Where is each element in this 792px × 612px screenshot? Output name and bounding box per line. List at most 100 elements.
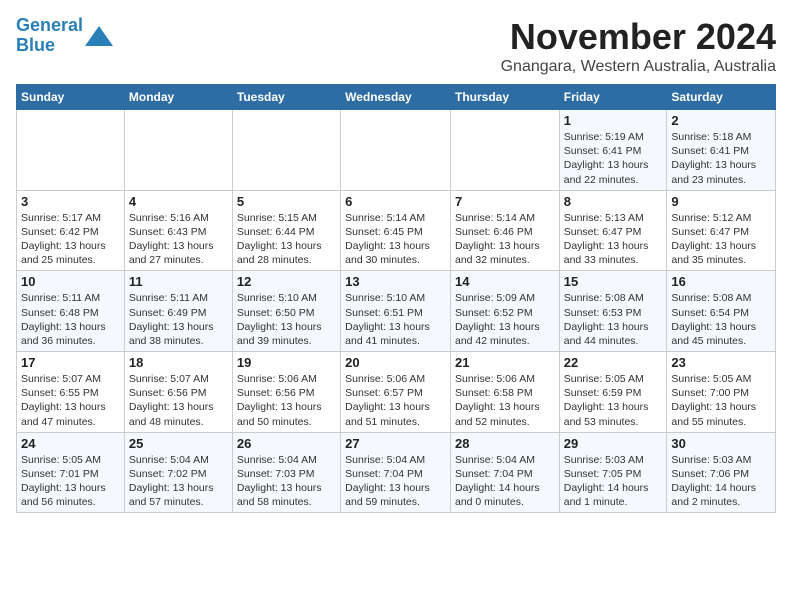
cell-info: Sunrise: 5:05 AM Sunset: 6:59 PM Dayligh…	[564, 372, 663, 429]
cell-info: Sunrise: 5:19 AM Sunset: 6:41 PM Dayligh…	[564, 130, 663, 187]
cell-info: Sunrise: 5:10 AM Sunset: 6:50 PM Dayligh…	[237, 291, 336, 348]
day-number: 23	[671, 355, 771, 370]
cell-info: Sunrise: 5:04 AM Sunset: 7:04 PM Dayligh…	[455, 453, 555, 510]
cell-info: Sunrise: 5:06 AM Sunset: 6:57 PM Dayligh…	[345, 372, 446, 429]
day-number: 16	[671, 274, 771, 289]
calendar-cell: 5 Sunrise: 5:15 AM Sunset: 6:44 PM Daylig…	[232, 190, 340, 271]
calendar-cell: 10 Sunrise: 5:11 AM Sunset: 6:48 PM Dayli…	[17, 271, 125, 352]
calendar-cell: 14Sunrise: 5:09 AM Sunset: 6:52 PM Dayli…	[450, 271, 559, 352]
cell-info: Sunrise: 5:04 AM Sunset: 7:03 PM Dayligh…	[237, 453, 336, 510]
day-number: 22	[564, 355, 663, 370]
day-number: 17	[21, 355, 120, 370]
calendar-cell: 12 Sunrise: 5:10 AM Sunset: 6:50 PM Dayli…	[232, 271, 340, 352]
day-number: 14	[455, 274, 555, 289]
day-number: 13	[345, 274, 446, 289]
day-number: 24	[21, 436, 120, 451]
day-number: 5	[237, 194, 336, 209]
calendar-cell: 3 Sunrise: 5:17 AM Sunset: 6:42 PM Daylig…	[17, 190, 125, 271]
calendar-cell: 22 Sunrise: 5:05 AM Sunset: 6:59 PM Dayli…	[559, 352, 667, 433]
calendar-cell: 29 Sunrise: 5:03 AM Sunset: 7:05 PM Dayli…	[559, 432, 667, 513]
day-number: 26	[237, 436, 336, 451]
cell-info: Sunrise: 5:03 AM Sunset: 7:05 PM Dayligh…	[564, 453, 663, 510]
cell-info: Sunrise: 5:14 AM Sunset: 6:46 PM Dayligh…	[455, 211, 555, 268]
calendar-cell: 7 Sunrise: 5:14 AM Sunset: 6:46 PM Daylig…	[450, 190, 559, 271]
calendar-cell: 6 Sunrise: 5:14 AM Sunset: 6:45 PM Daylig…	[341, 190, 451, 271]
cell-info: Sunrise: 5:04 AM Sunset: 7:04 PM Dayligh…	[345, 453, 446, 510]
calendar-cell	[232, 110, 340, 191]
calendar-cell: 30 Sunrise: 5:03 AM Sunset: 7:06 PM Dayli…	[667, 432, 776, 513]
day-number: 21	[455, 355, 555, 370]
logo-text: GeneralBlue	[16, 16, 83, 56]
day-number: 2	[671, 113, 771, 128]
calendar-cell: 1Sunrise: 5:19 AM Sunset: 6:41 PM Daylig…	[559, 110, 667, 191]
cell-info: Sunrise: 5:08 AM Sunset: 6:53 PM Dayligh…	[564, 291, 663, 348]
weekday-header: Wednesday	[341, 85, 451, 110]
day-number: 15	[564, 274, 663, 289]
cell-info: Sunrise: 5:10 AM Sunset: 6:51 PM Dayligh…	[345, 291, 446, 348]
weekday-header: Monday	[124, 85, 232, 110]
calendar-header: SundayMondayTuesdayWednesdayThursdayFrid…	[17, 85, 776, 110]
calendar-cell: 24 Sunrise: 5:05 AM Sunset: 7:01 PM Dayli…	[17, 432, 125, 513]
day-number: 3	[21, 194, 120, 209]
calendar-cell: 2 Sunrise: 5:18 AM Sunset: 6:41 PM Daylig…	[667, 110, 776, 191]
calendar-cell: 28 Sunrise: 5:04 AM Sunset: 7:04 PM Dayli…	[450, 432, 559, 513]
day-number: 8	[564, 194, 663, 209]
day-number: 7	[455, 194, 555, 209]
day-number: 9	[671, 194, 771, 209]
calendar-body: 1Sunrise: 5:19 AM Sunset: 6:41 PM Daylig…	[17, 110, 776, 513]
day-number: 11	[129, 274, 228, 289]
weekday-header: Friday	[559, 85, 667, 110]
cell-info: Sunrise: 5:05 AM Sunset: 7:01 PM Dayligh…	[21, 453, 120, 510]
calendar-cell: 8Sunrise: 5:13 AM Sunset: 6:47 PM Daylig…	[559, 190, 667, 271]
day-number: 12	[237, 274, 336, 289]
cell-info: Sunrise: 5:18 AM Sunset: 6:41 PM Dayligh…	[671, 130, 771, 187]
cell-info: Sunrise: 5:03 AM Sunset: 7:06 PM Dayligh…	[671, 453, 771, 510]
title-area: November 2024 Gnangara, Western Australi…	[501, 16, 776, 76]
calendar-cell: 21Sunrise: 5:06 AM Sunset: 6:58 PM Dayli…	[450, 352, 559, 433]
cell-info: Sunrise: 5:14 AM Sunset: 6:45 PM Dayligh…	[345, 211, 446, 268]
day-number: 18	[129, 355, 228, 370]
day-number: 4	[129, 194, 228, 209]
day-number: 10	[21, 274, 120, 289]
weekday-header: Tuesday	[232, 85, 340, 110]
calendar-cell: 20Sunrise: 5:06 AM Sunset: 6:57 PM Dayli…	[341, 352, 451, 433]
cell-info: Sunrise: 5:11 AM Sunset: 6:49 PM Dayligh…	[129, 291, 228, 348]
weekday-header: Sunday	[17, 85, 125, 110]
calendar-cell	[124, 110, 232, 191]
day-number: 29	[564, 436, 663, 451]
cell-info: Sunrise: 5:08 AM Sunset: 6:54 PM Dayligh…	[671, 291, 771, 348]
calendar-cell: 27 Sunrise: 5:04 AM Sunset: 7:04 PM Dayli…	[341, 432, 451, 513]
cell-info: Sunrise: 5:12 AM Sunset: 6:47 PM Dayligh…	[671, 211, 771, 268]
weekday-header: Saturday	[667, 85, 776, 110]
day-number: 28	[455, 436, 555, 451]
cell-info: Sunrise: 5:05 AM Sunset: 7:00 PM Dayligh…	[671, 372, 771, 429]
day-number: 19	[237, 355, 336, 370]
weekday-header: Thursday	[450, 85, 559, 110]
day-number: 27	[345, 436, 446, 451]
calendar-cell	[341, 110, 451, 191]
calendar-cell: 4Sunrise: 5:16 AM Sunset: 6:43 PM Daylig…	[124, 190, 232, 271]
calendar-cell: 23 Sunrise: 5:05 AM Sunset: 7:00 PM Dayli…	[667, 352, 776, 433]
day-number: 30	[671, 436, 771, 451]
logo: GeneralBlue	[16, 16, 113, 56]
cell-info: Sunrise: 5:06 AM Sunset: 6:56 PM Dayligh…	[237, 372, 336, 429]
page-header: GeneralBlue November 2024 Gnangara, West…	[16, 16, 776, 76]
calendar-cell: 16 Sunrise: 5:08 AM Sunset: 6:54 PM Dayli…	[667, 271, 776, 352]
calendar-cell: 15 Sunrise: 5:08 AM Sunset: 6:53 PM Dayli…	[559, 271, 667, 352]
day-number: 25	[129, 436, 228, 451]
cell-info: Sunrise: 5:11 AM Sunset: 6:48 PM Dayligh…	[21, 291, 120, 348]
calendar-cell: 9 Sunrise: 5:12 AM Sunset: 6:47 PM Daylig…	[667, 190, 776, 271]
cell-info: Sunrise: 5:15 AM Sunset: 6:44 PM Dayligh…	[237, 211, 336, 268]
cell-info: Sunrise: 5:07 AM Sunset: 6:56 PM Dayligh…	[129, 372, 228, 429]
cell-info: Sunrise: 5:04 AM Sunset: 7:02 PM Dayligh…	[129, 453, 228, 510]
logo-icon	[85, 26, 113, 46]
day-number: 6	[345, 194, 446, 209]
cell-info: Sunrise: 5:17 AM Sunset: 6:42 PM Dayligh…	[21, 211, 120, 268]
calendar-cell	[450, 110, 559, 191]
month-title: November 2024	[501, 16, 776, 58]
calendar-table: SundayMondayTuesdayWednesdayThursdayFrid…	[16, 84, 776, 513]
cell-info: Sunrise: 5:07 AM Sunset: 6:55 PM Dayligh…	[21, 372, 120, 429]
calendar-cell	[17, 110, 125, 191]
calendar-cell: 25 Sunrise: 5:04 AM Sunset: 7:02 PM Dayli…	[124, 432, 232, 513]
calendar-cell: 19 Sunrise: 5:06 AM Sunset: 6:56 PM Dayli…	[232, 352, 340, 433]
